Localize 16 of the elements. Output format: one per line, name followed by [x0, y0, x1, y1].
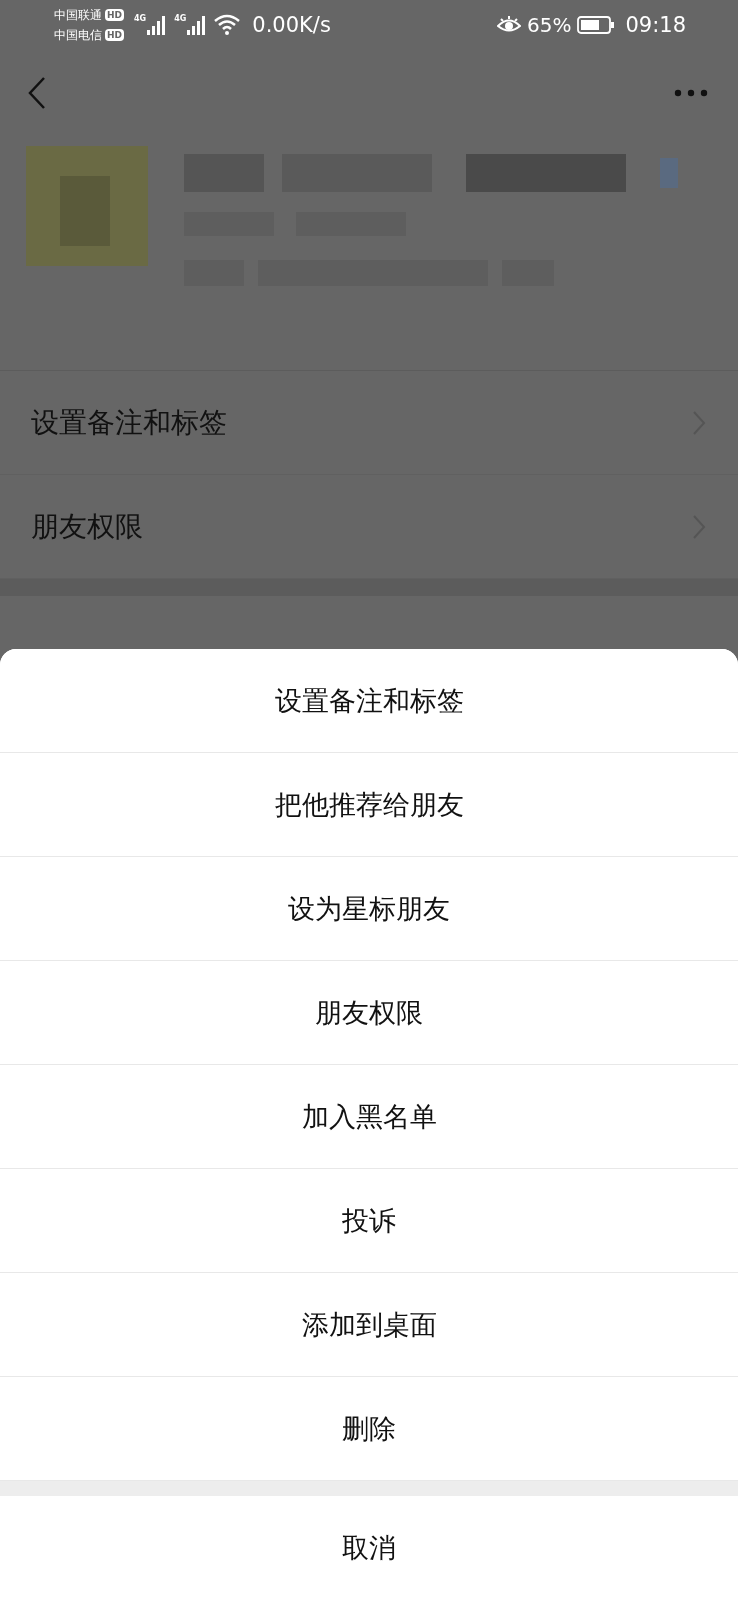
- back-icon[interactable]: [27, 76, 47, 110]
- row-label: 设置备注和标签: [31, 404, 227, 441]
- network-label: 4G: [174, 14, 187, 23]
- carrier-name: 中国联通: [54, 7, 102, 24]
- clock: 09:18: [625, 13, 686, 37]
- battery-icon: [577, 15, 616, 35]
- carrier-name: 中国电信: [54, 27, 102, 44]
- more-icon[interactable]: [674, 89, 708, 97]
- hd-badge: HD: [105, 29, 124, 41]
- menu-item[interactable]: 设置备注和标签: [0, 649, 738, 753]
- battery-percent: 65%: [527, 13, 572, 37]
- network-speed: 0.00K/s: [252, 13, 331, 37]
- network-label: 4G: [134, 14, 147, 23]
- hd-badge: HD: [105, 9, 124, 21]
- wifi-icon: [214, 14, 241, 36]
- row-label: 朋友权限: [31, 508, 143, 545]
